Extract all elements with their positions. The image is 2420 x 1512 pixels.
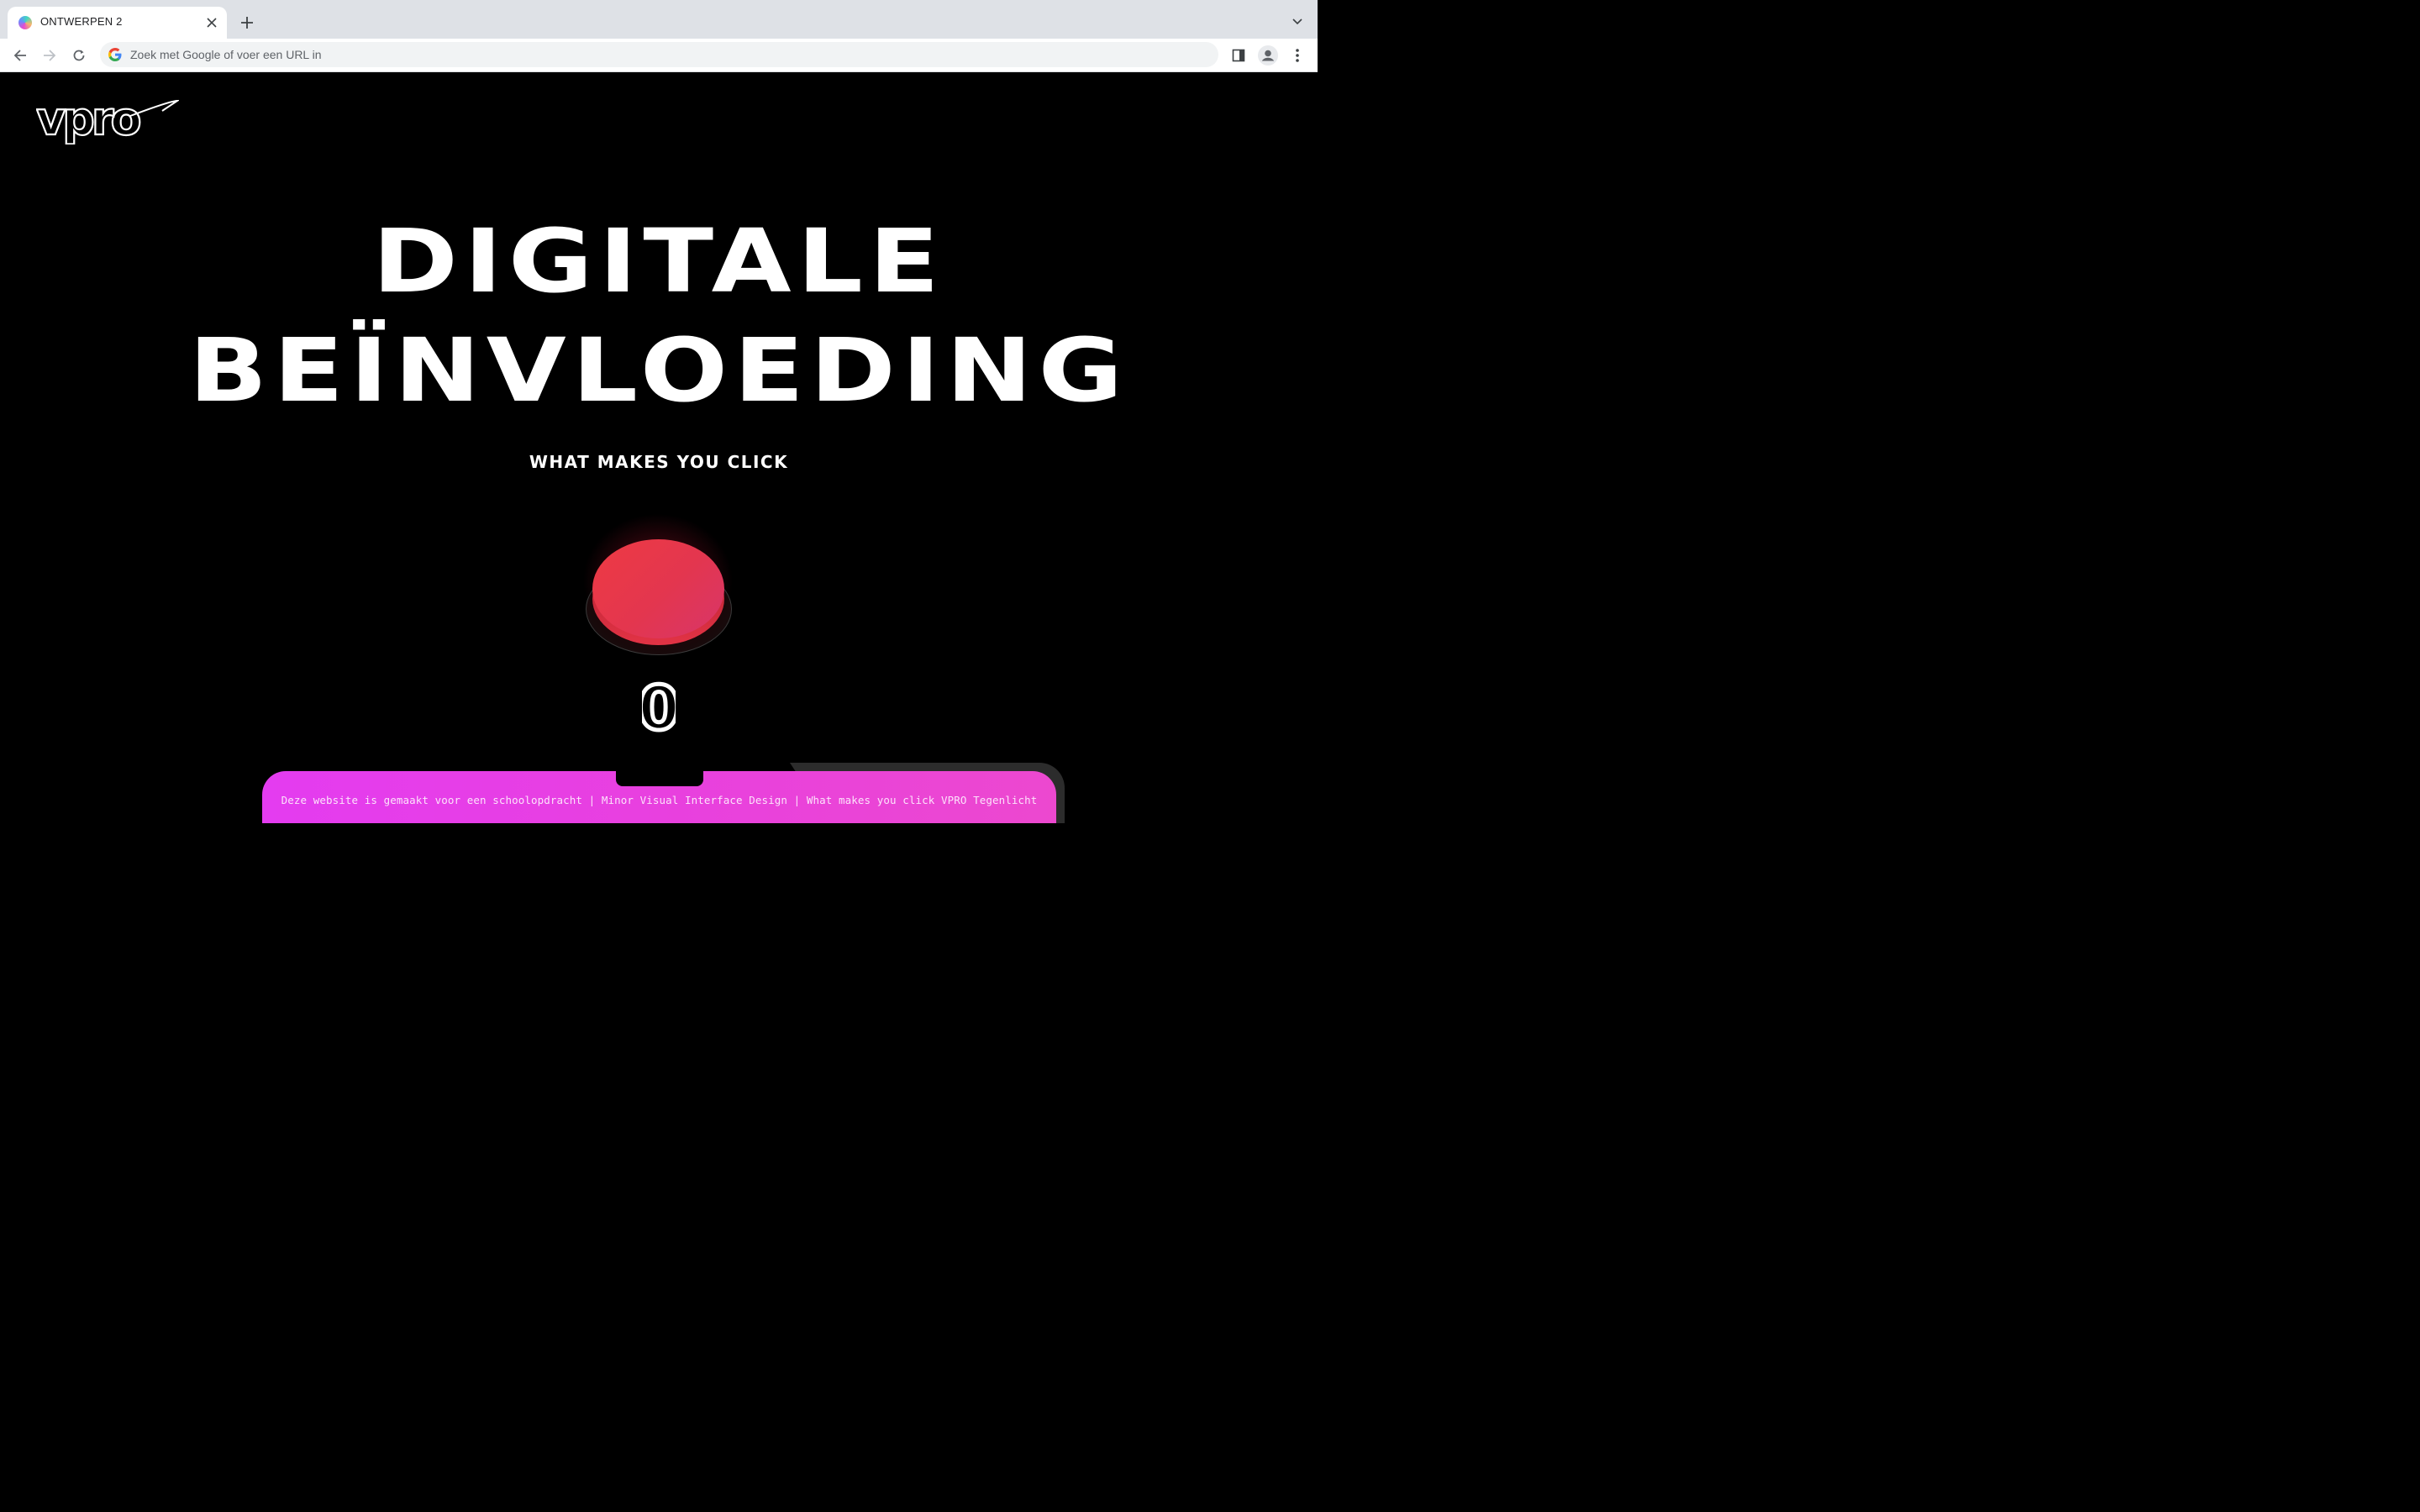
chevron-down-icon[interactable] (1289, 13, 1306, 30)
browser-toolbar: Zoek met Google of voer een URL in (0, 39, 1318, 72)
headline-line-1: DIGITALE (372, 210, 945, 312)
kebab-menu-icon[interactable] (1286, 44, 1309, 67)
reload-icon[interactable] (68, 45, 90, 66)
address-bar[interactable]: Zoek met Google of voer een URL in (100, 42, 1218, 67)
profile-icon[interactable] (1256, 44, 1280, 67)
browser-tab-bar: ONTWERPEN 2 (0, 0, 1318, 39)
forward-arrow-icon[interactable] (39, 45, 60, 66)
close-icon[interactable] (203, 14, 220, 31)
headline-line-2: BEÏNVLOEDING (188, 319, 1129, 422)
button-top[interactable] (592, 539, 724, 638)
footer-text: Deze website is gemaakt voor een schoolo… (281, 794, 1038, 806)
red-click-button[interactable] (574, 509, 742, 660)
back-arrow-icon[interactable] (9, 45, 31, 66)
omnibox-placeholder: Zoek met Google of voer een URL in (130, 48, 322, 61)
footer-notch (616, 771, 703, 786)
plus-icon[interactable] (237, 13, 257, 33)
favicon-icon (18, 16, 32, 29)
logo-text: vpro (36, 97, 139, 144)
page-subtitle: WHAT MAKES YOU CLICK (529, 452, 789, 472)
page-content: vpro DIGITALE BEÏNVLOEDING WHAT MAKES YO… (0, 72, 1318, 823)
click-count: 0 (642, 679, 676, 738)
google-icon (108, 48, 122, 61)
page-title: DIGITALE BEÏNVLOEDING (0, 207, 1318, 425)
click-counter: 0 (0, 671, 1318, 746)
browser-tab[interactable]: ONTWERPEN 2 (8, 7, 227, 39)
tab-title: ONTWERPEN 2 (40, 15, 123, 28)
vpro-logo[interactable]: vpro (36, 97, 179, 144)
side-panel-icon[interactable] (1227, 44, 1250, 67)
